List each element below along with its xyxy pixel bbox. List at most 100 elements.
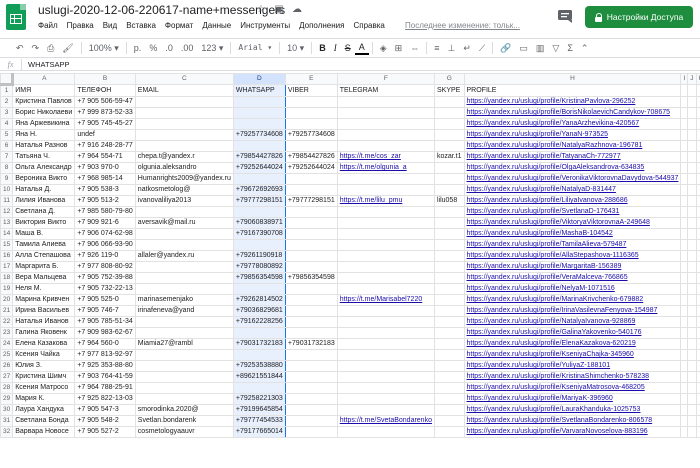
cell-d-6[interactable] — [232, 140, 286, 152]
cell-f-19[interactable] — [336, 283, 435, 295]
cell-d-32[interactable]: +79177665014 — [232, 426, 286, 438]
cell-c-25[interactable] — [134, 349, 234, 361]
cell-f-31[interactable]: https://t.me/SvetaBondarenko — [336, 415, 435, 427]
cell-k-22[interactable] — [695, 316, 700, 328]
cell-b-25[interactable]: +7 977 813-92-97 — [74, 349, 136, 361]
cell-e-13[interactable] — [284, 217, 338, 229]
cell-f-10[interactable] — [336, 184, 435, 196]
menu-file[interactable]: Файл — [38, 21, 58, 30]
cell-c-17[interactable] — [134, 261, 234, 273]
cell-d-1[interactable]: WHATSAPP — [232, 84, 286, 97]
row-header[interactable]: 19 — [0, 283, 14, 295]
cell-k-9[interactable] — [695, 173, 700, 185]
horizontal-align-icon[interactable]: ≡ — [430, 40, 443, 56]
cell-f-7[interactable]: https://t.me/cos_zar — [336, 151, 435, 163]
functions-icon[interactable]: Σ — [563, 40, 577, 56]
cell-i-4[interactable] — [680, 118, 689, 130]
cell-c-23[interactable] — [134, 327, 234, 339]
cell-d-11[interactable]: +79777298151 — [232, 195, 286, 207]
cell-j-25[interactable] — [687, 349, 697, 361]
cell-k-28[interactable] — [695, 382, 700, 394]
cell-d-16[interactable]: +79261190918 — [232, 250, 286, 262]
cell-h-32[interactable]: https://yandex.ru/uslugi/profile/Varvara… — [463, 426, 682, 438]
cell-d-13[interactable]: +79060838971 — [232, 217, 286, 229]
cell-b-8[interactable]: +7 903 970-0 — [74, 162, 136, 174]
cell-h-15[interactable]: https://yandex.ru/uslugi/profile/TamilaA… — [463, 239, 682, 251]
row-header[interactable]: 22 — [0, 316, 14, 328]
cell-i-5[interactable] — [680, 129, 689, 141]
zoom-select[interactable]: 100% ▾ — [85, 40, 123, 56]
cell-k-32[interactable] — [695, 426, 700, 438]
cell-d-30[interactable]: +79199645854 — [232, 404, 286, 416]
column-header-b[interactable]: B — [74, 73, 136, 85]
cell-a-24[interactable]: Елена Казакова — [12, 338, 76, 350]
cell-a-17[interactable]: Маргарита Б. — [12, 261, 76, 273]
cell-j-2[interactable] — [687, 96, 697, 108]
cell-a-7[interactable]: Татьяна Ч. — [12, 151, 76, 163]
cell-b-28[interactable]: +7 964 788-25-91 — [74, 382, 136, 394]
cell-f-29[interactable] — [336, 393, 435, 405]
cell-d-18[interactable]: +79856354598 — [232, 272, 286, 284]
cell-f-8[interactable]: https://t.me/olgunia_a — [336, 162, 435, 174]
cell-b-5[interactable]: undef — [74, 129, 136, 141]
cell-c-24[interactable]: Miamia27@rambl — [134, 338, 234, 350]
cell-i-23[interactable] — [680, 327, 689, 339]
cell-i-10[interactable] — [680, 184, 689, 196]
cell-j-12[interactable] — [687, 206, 697, 218]
cell-c-22[interactable] — [134, 316, 234, 328]
cell-g-21[interactable] — [433, 305, 465, 317]
cell-k-18[interactable] — [695, 272, 700, 284]
cell-c-6[interactable] — [134, 140, 234, 152]
cell-e-16[interactable] — [284, 250, 338, 262]
cell-h-18[interactable]: https://yandex.ru/uslugi/profile/VeraMal… — [463, 272, 682, 284]
cell-c-1[interactable]: EMAIL — [134, 84, 234, 97]
cell-e-22[interactable] — [284, 316, 338, 328]
increase-decimal-button[interactable]: .00 — [177, 40, 198, 56]
cell-h-31[interactable]: https://yandex.ru/uslugi/profile/Svetlan… — [463, 415, 682, 427]
cell-k-20[interactable] — [695, 294, 700, 306]
cell-h-22[interactable]: https://yandex.ru/uslugi/profile/Natalya… — [463, 316, 682, 328]
cell-j-6[interactable] — [687, 140, 697, 152]
sheets-logo-icon[interactable] — [6, 4, 26, 30]
cell-e-7[interactable]: +79854427826 — [284, 151, 338, 163]
cell-b-3[interactable]: +7 999 873-52-33 — [74, 107, 136, 119]
cell-j-4[interactable] — [687, 118, 697, 130]
cell-a-20[interactable]: Марина Кривчен — [12, 294, 76, 306]
cell-e-4[interactable] — [284, 118, 338, 130]
cell-b-1[interactable]: ТЕЛЕФОН — [74, 84, 136, 97]
cell-b-30[interactable]: +7 905 547-3 — [74, 404, 136, 416]
font-select[interactable]: Arial ▾ — [234, 40, 276, 56]
cell-h-17[interactable]: https://yandex.ru/uslugi/profile/Margari… — [463, 261, 682, 273]
cell-e-6[interactable] — [284, 140, 338, 152]
cell-j-21[interactable] — [687, 305, 697, 317]
cell-h-9[interactable]: https://yandex.ru/uslugi/profile/Veronik… — [463, 173, 682, 185]
cell-a-25[interactable]: Ксения Чайка — [12, 349, 76, 361]
undo-icon[interactable]: ↶ — [12, 40, 28, 56]
cell-f-1[interactable]: TELEGRAM — [336, 84, 435, 97]
menu-format[interactable]: Формат — [165, 21, 193, 30]
cell-f-26[interactable] — [336, 360, 435, 372]
cell-k-14[interactable] — [695, 228, 700, 240]
cell-c-7[interactable]: chepa.t@yandex.r — [134, 151, 234, 163]
insert-comment-icon[interactable]: ▭ — [515, 40, 532, 56]
cell-k-26[interactable] — [695, 360, 700, 372]
cell-e-1[interactable]: VIBER — [284, 84, 338, 97]
cell-k-16[interactable] — [695, 250, 700, 262]
cell-d-19[interactable] — [232, 283, 286, 295]
cell-b-29[interactable]: +7 925 822-13-03 — [74, 393, 136, 405]
cell-e-31[interactable] — [284, 415, 338, 427]
cell-h-13[interactable]: https://yandex.ru/uslugi/profile/Viktory… — [463, 217, 682, 229]
font-size-select[interactable]: 10 ▾ — [283, 40, 308, 56]
cell-i-16[interactable] — [680, 250, 689, 262]
cell-g-31[interactable] — [433, 415, 465, 427]
cell-h-19[interactable]: https://yandex.ru/uslugi/profile/NelyaM-… — [463, 283, 682, 295]
cloud-status-icon[interactable]: ☁ — [291, 4, 303, 16]
cell-k-11[interactable] — [695, 195, 700, 207]
cell-c-18[interactable] — [134, 272, 234, 284]
cell-g-26[interactable] — [433, 360, 465, 372]
row-header[interactable]: 8 — [0, 162, 14, 174]
cell-h-12[interactable]: https://yandex.ru/uslugi/profile/Svetlan… — [463, 206, 682, 218]
row-header[interactable]: 15 — [0, 239, 14, 251]
cell-f-4[interactable] — [336, 118, 435, 130]
cell-f-6[interactable] — [336, 140, 435, 152]
